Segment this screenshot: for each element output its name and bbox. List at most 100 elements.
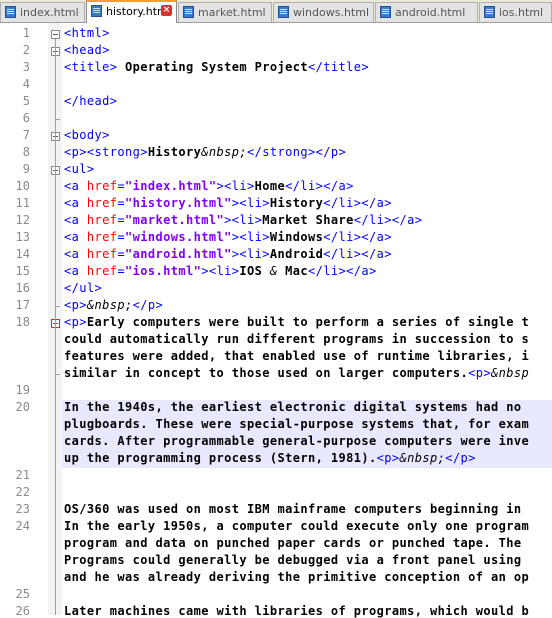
tab-label: market.html: [198, 6, 266, 19]
code-token: </title>: [308, 60, 369, 74]
code-token: </li></a>: [323, 196, 392, 210]
line-number: 11: [15, 196, 30, 210]
code-line: <head>: [64, 43, 110, 57]
code-token: <a: [64, 247, 87, 261]
code-token: In the 1940s, the earliest electronic di…: [64, 400, 522, 414]
code-token: </head>: [64, 94, 118, 108]
code-token: </strong></p>: [247, 145, 347, 159]
code-token: Operating System Project: [117, 60, 308, 74]
code-token: Early computers were built to perform a …: [86, 315, 530, 329]
code-token: <a: [64, 230, 87, 244]
code-token: </li></a>: [285, 179, 354, 193]
code-token: Programs could generally be debugged via…: [64, 553, 522, 567]
line-number: 1: [22, 26, 30, 40]
code-token: up the programming process (Stern, 1981)…: [64, 451, 377, 465]
tab-index[interactable]: index.html: [0, 2, 85, 22]
code-token: Windows: [269, 230, 324, 244]
code-token: <a: [64, 264, 87, 278]
line-number: 6: [22, 111, 30, 125]
code-line: In the early 1950s, a computer could exe…: [64, 519, 529, 533]
code-token: ><li>: [216, 179, 255, 193]
code-token: ><li>: [231, 230, 270, 244]
code-line: <a href="ios.html"><li>IOS & Mac</li></a…: [64, 264, 377, 278]
code-line: <body>: [64, 128, 110, 142]
code-token: <p>: [376, 451, 400, 465]
fold-guide-line: [55, 328, 56, 374]
line-number: 26: [15, 604, 30, 618]
code-line: cards. After programmable general-purpos…: [64, 434, 529, 448]
line-number: 16: [15, 281, 30, 295]
code-token: <head>: [64, 43, 110, 57]
code-token: ><li>: [224, 213, 263, 227]
code-line: plugboards. These were special-purpose s…: [64, 417, 529, 431]
code-line: <p>Early computers were built to perform…: [64, 315, 529, 329]
code-token: &nbsp;: [201, 145, 247, 159]
code-token: Later machines came with libraries of pr…: [64, 604, 530, 618]
code-line: similar in concept to those used on larg…: [64, 366, 529, 380]
code-line: <a href="windows.html"><li>Windows</li><…: [64, 230, 392, 244]
code-line: <html>: [64, 26, 110, 40]
code-token: <p>: [64, 298, 87, 312]
code-token: &nbsp;: [399, 451, 446, 465]
code-token: &nbsp: [490, 366, 530, 380]
line-number: 20: [15, 400, 30, 414]
line-number: 19: [15, 383, 30, 397]
close-tab-icon[interactable]: ×: [161, 5, 172, 16]
code-token: href: [86, 247, 118, 261]
code-token: =: [117, 196, 125, 210]
code-token: Market Share: [262, 213, 354, 227]
tab-market[interactable]: market.html: [178, 2, 272, 22]
code-token: </li></a>: [308, 264, 377, 278]
code-token: =: [117, 247, 125, 261]
code-token: program and data on punched paper cards …: [64, 536, 522, 550]
file-icon: [91, 5, 102, 17]
code-token: "history.html": [125, 196, 232, 210]
code-token: <a: [64, 196, 87, 210]
line-number-gutter: 1 2 3 4 5 6 7 8 9 10 11 12 13 14 15 16 17 18 19 20 21 22 23 24 2…: [0, 23, 48, 618]
code-line: features were added, that enabled use of…: [64, 349, 529, 363]
code-token: <title>: [64, 60, 118, 74]
tab-history[interactable]: history.html ×: [86, 0, 177, 23]
fold-end-marker: [55, 374, 60, 375]
code-token: <body>: [64, 128, 110, 142]
code-token: could automatically run different progra…: [64, 332, 530, 346]
code-token: </ul>: [64, 281, 103, 295]
code-token: <html>: [64, 26, 110, 40]
code-line: up the programming process (Stern, 1981)…: [64, 451, 476, 465]
code-token: </p>: [132, 298, 164, 312]
code-line: Later machines came with libraries of pr…: [64, 604, 529, 618]
tab-label: windows.html: [293, 6, 370, 19]
tab-label: ios.html: [499, 6, 544, 19]
code-line: <ul>: [64, 162, 95, 176]
file-icon: [183, 6, 194, 18]
code-token: plugboards. These were special-purpose s…: [64, 417, 530, 431]
code-token: "market.html": [125, 213, 225, 227]
tab-android[interactable]: android.html: [375, 2, 478, 22]
code-token: ><li>: [201, 264, 240, 278]
line-number: 12: [15, 213, 30, 227]
code-token: "ios.html": [125, 264, 202, 278]
code-line: </head>: [64, 94, 117, 108]
code-token: </li></a>: [323, 230, 392, 244]
code-line: Programs could generally be debugged via…: [64, 553, 521, 567]
code-editor[interactable]: <html> <head> <title> Operating System Pro…: [62, 23, 552, 618]
fold-guide-line: [55, 56, 56, 119]
code-token: href: [86, 264, 118, 278]
fold-end-marker: [55, 306, 60, 307]
code-token: href: [86, 196, 118, 210]
code-token: "index.html": [125, 179, 217, 193]
tab-ios[interactable]: ios.html: [479, 2, 552, 22]
line-number: 13: [15, 230, 30, 244]
code-token: <a: [64, 213, 87, 227]
line-number: 24: [15, 519, 30, 533]
fold-toggle-icon[interactable]: [51, 30, 60, 39]
code-token: In the early 1950s, a computer could exe…: [64, 519, 530, 533]
code-token: =: [117, 264, 125, 278]
file-icon: [484, 6, 495, 18]
code-token: ><li>: [231, 196, 270, 210]
line-number: 18: [15, 315, 30, 329]
line-number: 10: [15, 179, 30, 193]
tab-windows[interactable]: windows.html: [273, 2, 374, 22]
code-line: <a href="android.html"><li>Android</li><…: [64, 247, 392, 261]
code-token: similar in concept to those used on larg…: [64, 366, 469, 380]
